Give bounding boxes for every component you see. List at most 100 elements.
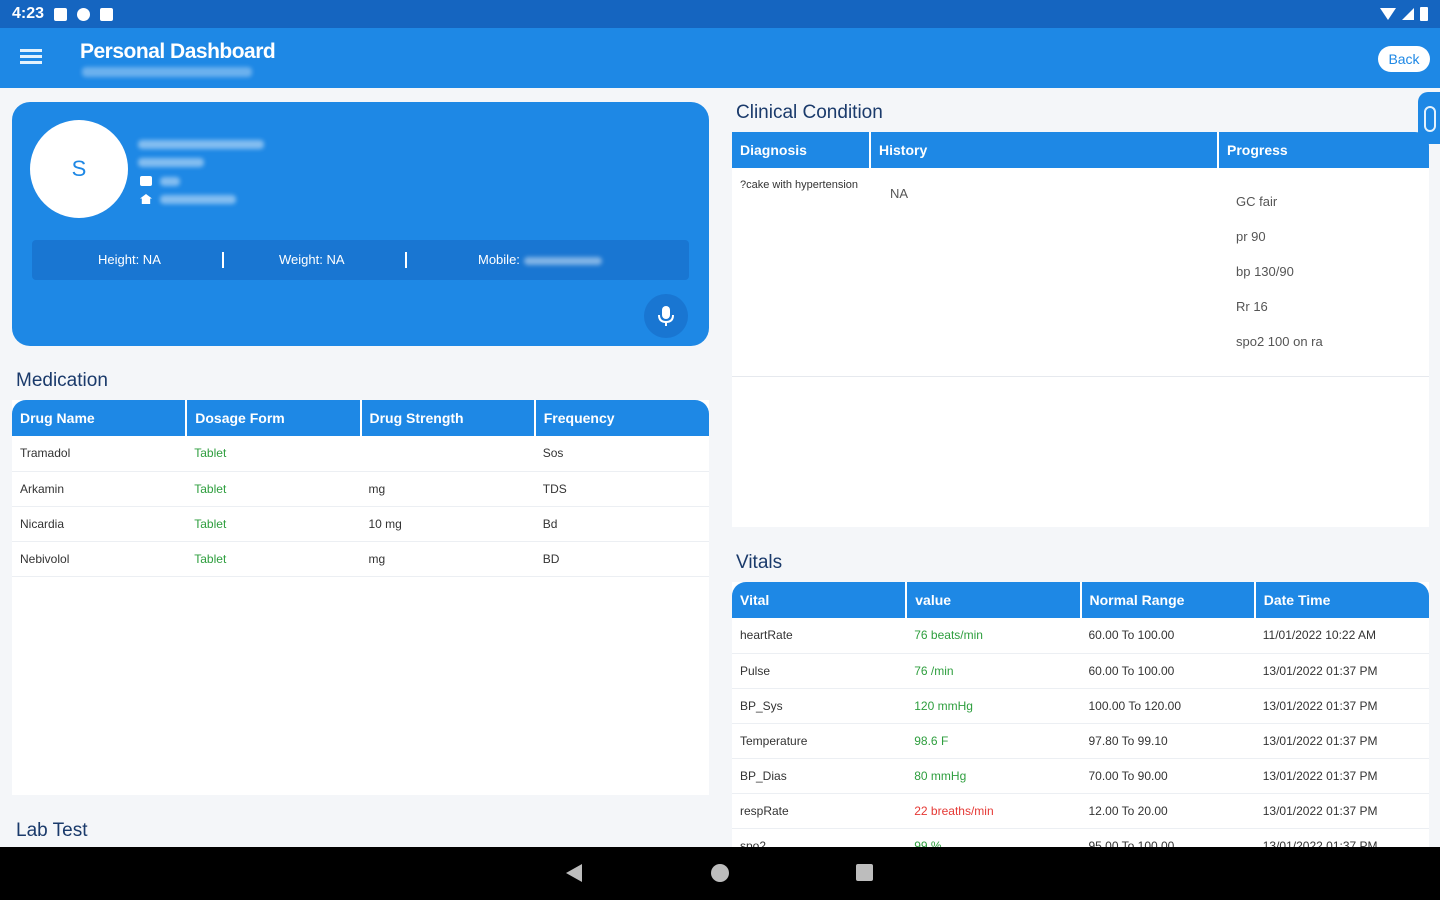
scroll-handle[interactable] xyxy=(1418,92,1440,144)
stat-divider xyxy=(405,252,407,268)
medication-title: Medication xyxy=(16,370,108,391)
notification-icon xyxy=(54,7,68,21)
dosage-form: Tablet xyxy=(186,541,361,577)
drug-strength: mg xyxy=(360,541,535,577)
drug-strength: mg xyxy=(360,471,535,507)
col-progress[interactable]: Progress xyxy=(1218,132,1429,168)
vital-normal-range: 95.00 To 100.00 xyxy=(1080,828,1255,847)
vitals-row[interactable]: BP_Sys 120 mmHg 100.00 To 120.00 13/01/2… xyxy=(732,688,1429,724)
vitals-header-row: Vital value Normal Range Date Time xyxy=(732,582,1429,618)
back-button[interactable]: Back xyxy=(1378,46,1430,72)
avatar: S xyxy=(30,120,128,218)
nav-back-icon[interactable] xyxy=(566,864,582,882)
vital-normal-range: 97.80 To 99.10 xyxy=(1080,723,1255,759)
progress-line: Rr 16 xyxy=(1236,299,1268,314)
menu-icon[interactable] xyxy=(16,46,46,72)
drug-name: Tramadol xyxy=(12,436,187,472)
vitals-row[interactable]: Pulse 76 /min 60.00 To 100.00 13/01/2022… xyxy=(732,653,1429,689)
diagnosis-value: ?cake with hypertension xyxy=(732,168,870,377)
progress-cell: GC fair pr 90 bp 130/90 Rr 16 spo2 100 o… xyxy=(1218,168,1429,377)
sd-card-icon xyxy=(100,7,114,21)
drug-name: Arkamin xyxy=(12,471,187,507)
status-time: 4:23 xyxy=(12,5,45,22)
medication-panel: Drug Name Dosage Form Drug Strength Freq… xyxy=(12,400,709,795)
vital-normal-range: 70.00 To 90.00 xyxy=(1080,758,1255,794)
nav-home-icon[interactable] xyxy=(711,864,729,882)
medication-table: Drug Name Dosage Form Drug Strength Freq… xyxy=(12,400,709,577)
vitals-row[interactable]: spo2 99 % 95.00 To 100.00 13/01/2022 01:… xyxy=(732,828,1429,847)
frequency: Bd xyxy=(534,506,709,542)
vitals-title: Vitals xyxy=(736,552,783,573)
clinical-header-row: Diagnosis History Progress xyxy=(732,132,1429,168)
vital-date-time: 13/01/2022 01:37 PM xyxy=(1254,653,1429,689)
dosage-form: Tablet xyxy=(186,436,361,472)
vital-date-time: 13/01/2022 01:37 PM xyxy=(1254,688,1429,724)
vital-value: 80 mmHg xyxy=(906,758,1081,794)
vital-name: BP_Sys xyxy=(732,688,907,724)
mobile-label: Mobile: xyxy=(478,252,520,267)
vital-value: 120 mmHg xyxy=(906,688,1081,724)
frequency: Sos xyxy=(534,436,709,472)
patient-name-redacted xyxy=(138,140,264,149)
nav-recents-icon[interactable] xyxy=(856,864,873,881)
drug-strength xyxy=(360,436,535,472)
vital-value: 99 % xyxy=(906,828,1081,847)
signal-icon xyxy=(1402,8,1414,20)
drug-strength: 10 mg xyxy=(360,506,535,542)
microphone-button[interactable] xyxy=(644,294,688,338)
medication-header-row: Drug Name Dosage Form Drug Strength Freq… xyxy=(12,400,709,436)
medication-row[interactable]: Nicardia Tablet 10 mg Bd xyxy=(12,506,709,542)
page-title: Personal Dashboard xyxy=(80,40,276,63)
drug-name: Nebivolol xyxy=(12,541,187,577)
frequency: BD xyxy=(534,541,709,577)
battery-icon xyxy=(1420,7,1428,21)
vital-normal-range: 60.00 To 100.00 xyxy=(1080,618,1255,654)
status-bar: 4:23 xyxy=(0,0,1440,28)
vital-name: Pulse xyxy=(732,653,907,689)
history-value: NA xyxy=(870,168,1218,377)
vital-normal-range: 100.00 To 120.00 xyxy=(1080,688,1255,724)
vitals-row[interactable]: BP_Dias 80 mmHg 70.00 To 90.00 13/01/202… xyxy=(732,758,1429,794)
medication-row[interactable]: Tramadol Tablet Sos xyxy=(12,436,709,472)
mobile-stat: Mobile: xyxy=(478,252,602,267)
vitals-panel: Vital value Normal Range Date Time heart… xyxy=(732,582,1429,847)
vitals-row[interactable]: heartRate 76 beats/min 60.00 To 100.00 1… xyxy=(732,618,1429,654)
col-drug-name[interactable]: Drug Name xyxy=(12,400,188,436)
weight-stat: Weight: NA xyxy=(279,252,345,267)
drug-name: Nicardia xyxy=(12,506,187,542)
clinical-row[interactable]: ?cake with hypertension NA GC fair pr 90… xyxy=(732,168,1429,377)
vital-normal-range: 60.00 To 100.00 xyxy=(1080,653,1255,689)
col-dosage-form[interactable]: Dosage Form xyxy=(186,400,362,436)
vital-name: heartRate xyxy=(732,618,907,654)
microphone-icon xyxy=(658,306,674,326)
frequency: TDS xyxy=(534,471,709,507)
vital-value: 76 /min xyxy=(906,653,1081,689)
lab-test-title: Lab Test xyxy=(16,820,88,841)
vitals-row[interactable]: respRate 22 breaths/min 12.00 To 20.00 1… xyxy=(732,793,1429,829)
home-icon xyxy=(140,194,152,204)
col-frequency[interactable]: Frequency xyxy=(534,400,709,436)
page-subtitle-redacted xyxy=(82,67,252,77)
vitals-row[interactable]: Temperature 98.6 F 97.80 To 99.10 13/01/… xyxy=(732,723,1429,759)
vital-date-time: 13/01/2022 01:37 PM xyxy=(1254,758,1429,794)
medication-row[interactable]: Arkamin Tablet mg TDS xyxy=(12,471,709,507)
clinical-condition-panel: Diagnosis History Progress ?cake with hy… xyxy=(732,132,1429,527)
col-normal-range[interactable]: Normal Range xyxy=(1080,582,1256,618)
patient-stats-bar: Height: NA Weight: NA Mobile: xyxy=(32,240,689,280)
col-value[interactable]: value xyxy=(906,582,1082,618)
system-nav-bar xyxy=(0,847,1440,900)
vital-name: spo2 xyxy=(732,828,907,847)
clinical-condition-table: Diagnosis History Progress ?cake with hy… xyxy=(732,132,1429,377)
app-bar: Personal Dashboard Back xyxy=(0,28,1440,88)
app-notification-icon xyxy=(77,7,91,21)
col-diagnosis[interactable]: Diagnosis xyxy=(732,132,871,168)
col-date-time[interactable]: Date Time xyxy=(1254,582,1429,618)
col-history[interactable]: History xyxy=(870,132,1219,168)
email-icon xyxy=(140,176,152,186)
vital-date-time: 13/01/2022 01:37 PM xyxy=(1254,828,1429,847)
wifi-icon xyxy=(1380,8,1396,20)
col-vital[interactable]: Vital xyxy=(732,582,908,618)
mobile-number-redacted xyxy=(523,256,602,265)
col-drug-strength[interactable]: Drug Strength xyxy=(360,400,536,436)
medication-row[interactable]: Nebivolol Tablet mg BD xyxy=(12,541,709,577)
